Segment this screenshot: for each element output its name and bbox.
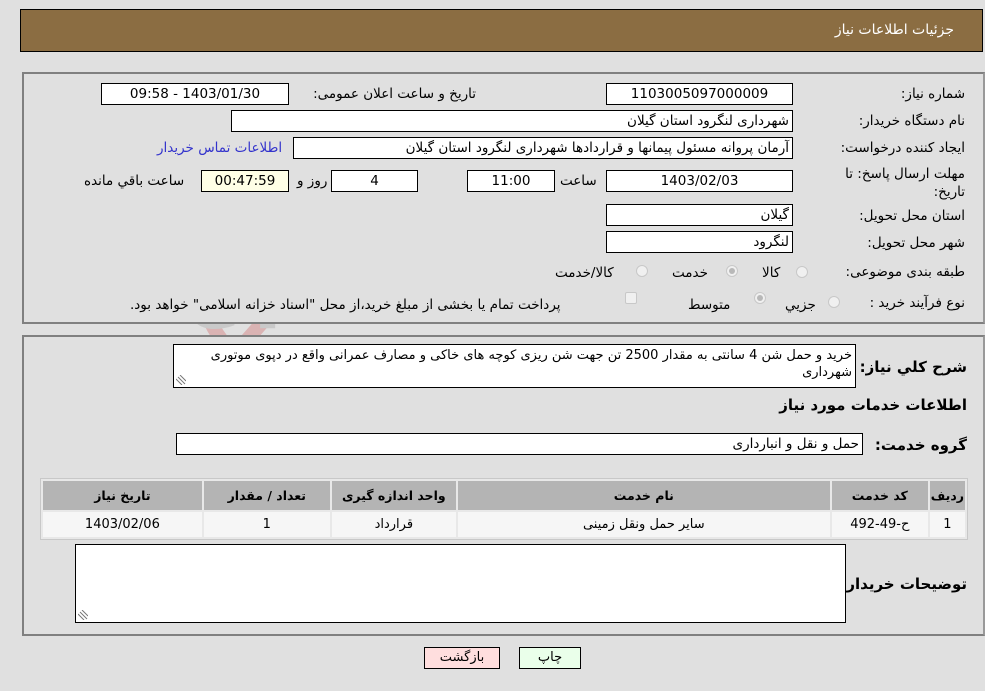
buyer-notes-textarea[interactable]: [75, 544, 846, 623]
cell-service-code: ح-49-492: [831, 512, 928, 537]
summary-textarea[interactable]: خرید و حمل شن 4 سانتی به مقدار 2500 تن ج…: [173, 344, 856, 388]
category-radio-goods[interactable]: [796, 266, 808, 278]
category-option-service: خدمت: [672, 265, 708, 281]
category-radio-goods-service[interactable]: [636, 265, 648, 277]
deadline-time-field[interactable]: 11:00: [467, 170, 555, 192]
treasury-checkbox[interactable]: [625, 292, 637, 304]
back-button[interactable]: بازگشت: [424, 647, 500, 669]
page-title: جزئیات اطلاعات نیاز: [834, 22, 954, 38]
purchase-type-radio-minor[interactable]: [828, 296, 840, 308]
cell-need-date: 1403/02/06: [43, 512, 202, 537]
services-heading: اطلاعات خدمات مورد نیاز: [779, 396, 967, 414]
cell-row-number: 1: [929, 512, 965, 537]
table-header-row: رديف کد خدمت نام خدمت واحد اندازه گیری ت…: [43, 481, 965, 510]
need-number-label: شماره نیاز:: [900, 86, 965, 102]
deadline-time-label: ساعت: [560, 173, 597, 189]
requester-label: ایجاد کننده درخواست:: [840, 140, 965, 156]
category-option-goods-service: کالا/خدمت: [555, 265, 614, 281]
delivery-province-field[interactable]: گیلان: [606, 204, 793, 226]
resize-grip-icon[interactable]: [78, 610, 88, 620]
category-option-goods: کالا: [762, 265, 781, 281]
col-header-quantity: تعداد / مقدار: [203, 481, 330, 510]
purchase-type-option-minor: جزيي: [785, 297, 816, 313]
print-button[interactable]: چاپ: [519, 647, 581, 669]
need-number-field[interactable]: 1103005097000009: [606, 83, 793, 105]
cell-service-name: سایر حمل ونقل زمینی: [457, 512, 830, 537]
summary-label: شرح کلي نياز:: [859, 358, 967, 376]
col-header-need-date: تاریخ نیاز: [43, 481, 202, 510]
buyer-notes-label: توضیحات خریدار:: [840, 575, 967, 593]
category-label: طبقه بندی موضوعی:: [845, 264, 965, 280]
purchase-type-radio-medium[interactable]: [754, 292, 766, 304]
remaining-days-field[interactable]: 4: [331, 170, 418, 192]
announce-datetime-label: تاریخ و ساعت اعلان عمومی:: [313, 86, 476, 102]
page-header: جزئیات اطلاعات نیاز: [20, 9, 983, 52]
service-group-field[interactable]: حمل و نقل و انبارداری: [176, 433, 863, 455]
purchase-type-option-medium: متوسط: [688, 297, 731, 313]
purchase-type-label: نوع فرآیند خرید :: [869, 295, 965, 311]
table-row: 1 ح-49-492 سایر حمل ونقل زمینی قرارداد 1…: [43, 512, 965, 537]
col-header-service-name: نام خدمت: [457, 481, 830, 510]
category-radio-service[interactable]: [726, 265, 738, 277]
deadline-date-field[interactable]: 1403/02/03: [606, 170, 793, 192]
summary-text: خرید و حمل شن 4 سانتی به مقدار 2500 تن ج…: [210, 348, 852, 380]
buyer-org-label: نام دستگاه خریدار:: [858, 113, 965, 129]
delivery-city-field[interactable]: لنگرود: [606, 231, 793, 253]
buyer-contact-link[interactable]: اطلاعات تماس خریدار: [157, 140, 282, 156]
delivery-province-label: استان محل تحویل:: [859, 208, 965, 224]
treasury-note: پرداخت تمام یا بخشی از مبلغ خرید،از محل …: [130, 297, 561, 313]
remaining-label: ساعت باقي مانده: [84, 173, 185, 189]
delivery-city-label: شهر محل تحویل:: [867, 235, 965, 251]
services-table: رديف کد خدمت نام خدمت واحد اندازه گیری ت…: [40, 478, 968, 540]
resize-grip-icon[interactable]: [176, 375, 186, 385]
col-header-row-number: رديف: [929, 481, 965, 510]
col-header-service-code: کد خدمت: [831, 481, 928, 510]
col-header-unit: واحد اندازه گیری: [331, 481, 456, 510]
service-group-label: گروه خدمت:: [874, 436, 967, 454]
cell-unit: قرارداد: [331, 512, 456, 537]
buyer-org-field[interactable]: شهرداری لنگرود استان گیلان: [231, 110, 793, 132]
cell-quantity: 1: [203, 512, 330, 537]
days-label: روز و: [297, 173, 328, 189]
remaining-time-field: 00:47:59: [201, 170, 289, 192]
requester-field[interactable]: آرمان پروانه مسئول پیمانها و قراردادها ش…: [293, 137, 793, 159]
deadline-label: مهلت ارسال پاسخ: تا تاریخ:: [845, 166, 965, 200]
announce-datetime-field[interactable]: 1403/01/30 - 09:58: [101, 83, 289, 105]
